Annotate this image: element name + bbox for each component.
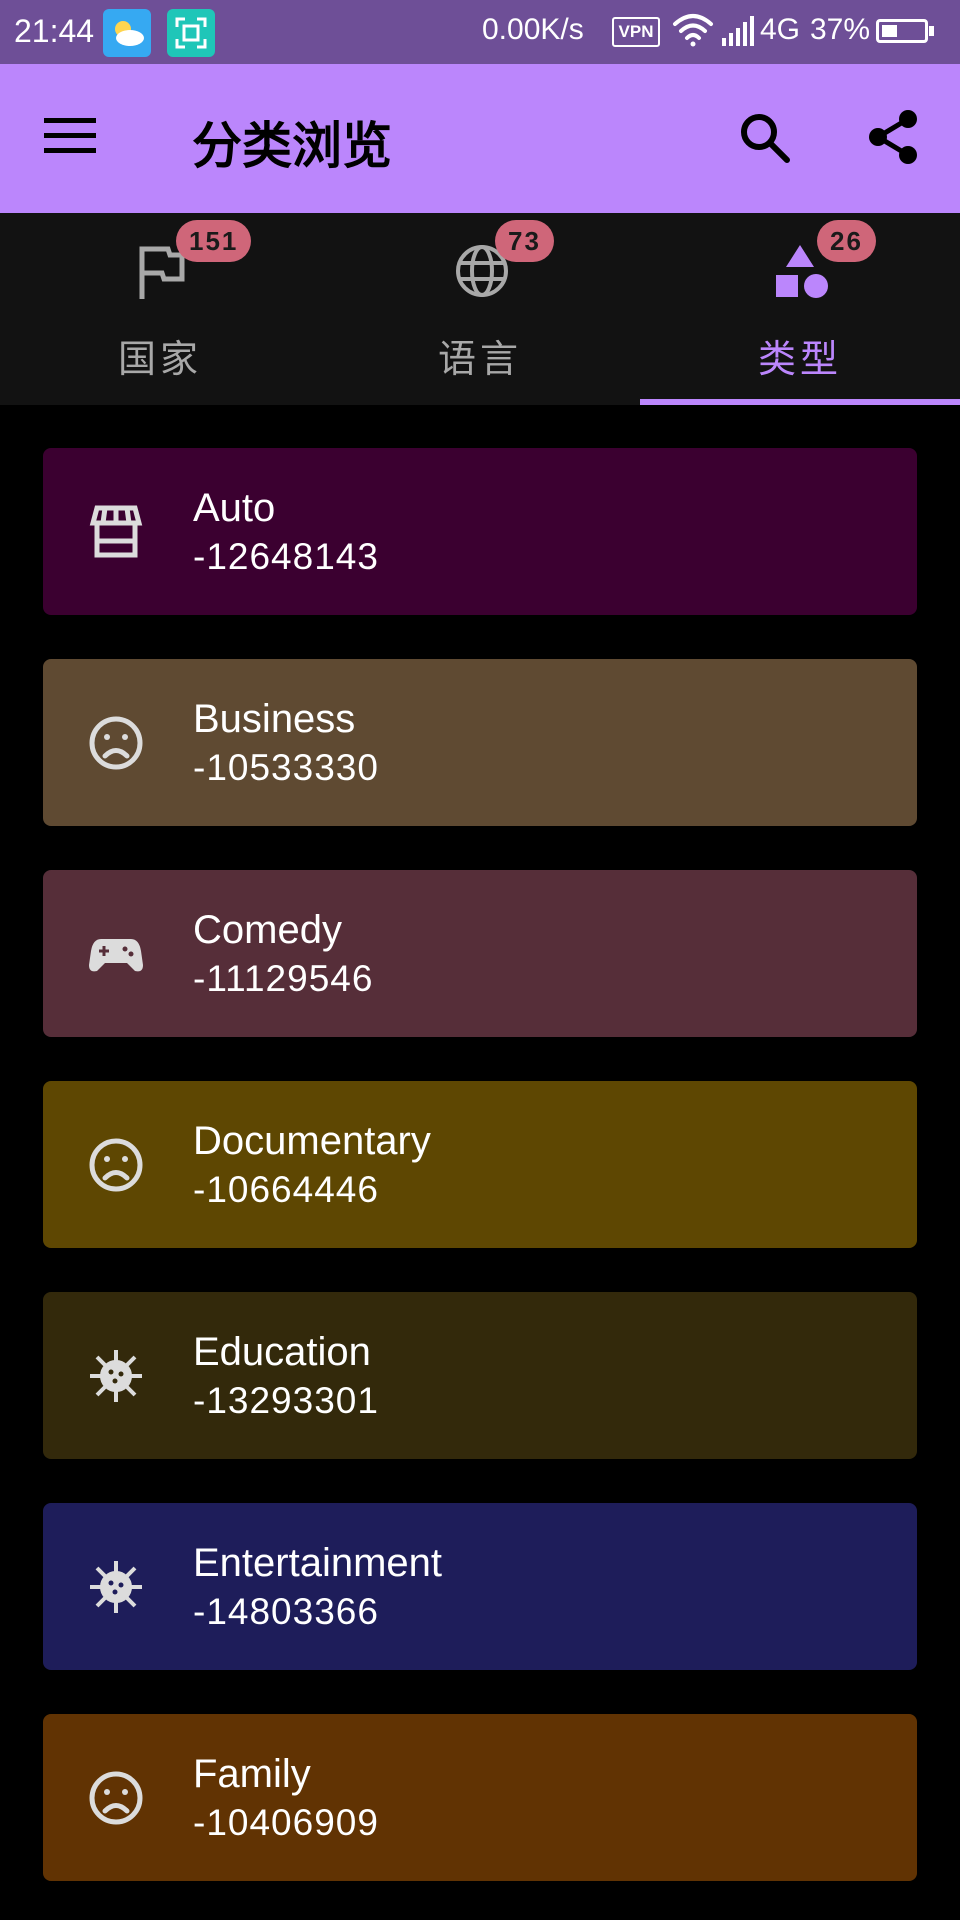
list-item[interactable]: Auto -12648143 [43,448,917,615]
network-speed: 0.00K/s [482,13,584,46]
share-icon[interactable] [866,109,920,169]
search-icon[interactable] [738,111,792,169]
battery-tip [929,26,934,36]
battery-percent: 37% [810,13,871,46]
category-title: Comedy [193,908,342,952]
tab-badge: 26 [817,220,876,262]
sad-face-icon [87,1769,145,1827]
status-time: 21:44 [14,13,95,49]
list-item[interactable]: Documentary -10664446 [43,1081,917,1248]
status-bar: 21:44 0.00K/s VPN 4G 37% [0,0,960,64]
category-value: -13293301 [193,1380,379,1421]
tab-label: 语言 [437,337,522,381]
category-title: Entertainment [193,1541,443,1585]
cell-signal-icon [722,16,758,51]
hamburger-menu-icon[interactable] [44,116,96,160]
app-bar: 分类浏览 [0,64,960,213]
sad-face-icon [87,1136,145,1194]
gamepad-icon [87,925,145,983]
tab-country[interactable]: 151 国家 [0,213,320,405]
tab-language[interactable]: 73 语言 [320,213,640,405]
tab-type[interactable]: 26 类型 [640,213,960,405]
page-title: 分类浏览 [192,117,392,175]
category-value: -10533330 [193,747,379,788]
battery-icon [876,19,928,43]
storefront-icon [87,503,145,561]
list-item[interactable]: Family -10406909 [43,1714,917,1881]
category-value: -10664446 [193,1169,379,1210]
category-title: Family [193,1752,311,1796]
category-title: Business [193,697,356,741]
sad-face-icon [87,714,145,772]
category-title: Auto [193,486,276,530]
flag-icon [134,243,186,305]
list-item[interactable]: Entertainment -14803366 [43,1503,917,1670]
list-item[interactable]: Comedy -11129546 [43,870,917,1037]
category-value: -10406909 [193,1802,379,1843]
active-tab-indicator [640,399,960,405]
tab-label: 国家 [117,337,202,381]
wifi-icon [672,12,714,53]
category-title: Documentary [193,1119,431,1163]
weather-app-icon [103,9,151,57]
category-value: -11129546 [193,958,374,999]
category-title: Education [193,1330,371,1374]
virus-icon [87,1558,145,1616]
scanner-app-icon [167,9,215,57]
category-value: -12648143 [193,536,379,577]
vpn-indicator: VPN [612,17,660,47]
tab-bar: 151 国家 73 语言 26 类型 [0,213,960,405]
network-type: 4G [760,13,801,46]
tab-label: 类型 [757,337,842,381]
list-item[interactable]: Business -10533330 [43,659,917,826]
virus-icon [87,1347,145,1405]
list-item[interactable]: Education -13293301 [43,1292,917,1459]
tab-badge: 73 [495,220,554,262]
tab-badge: 151 [176,220,252,262]
category-value: -14803366 [193,1591,379,1632]
